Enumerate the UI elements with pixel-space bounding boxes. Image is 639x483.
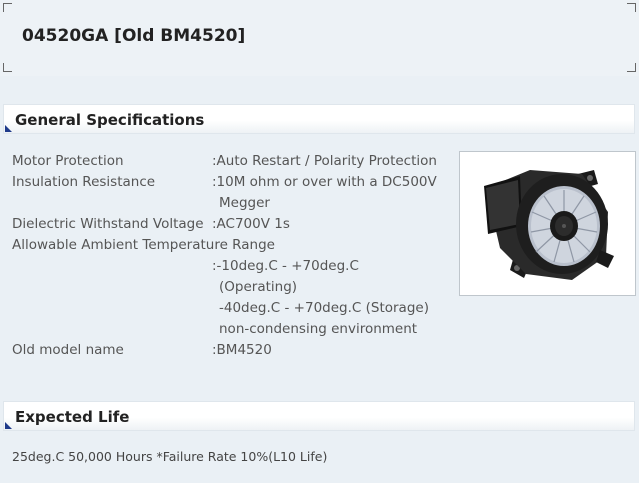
spec-label-ambient: Allowable Ambient Temperature Range — [12, 237, 275, 253]
spec-label-insulation: Insulation Resistance — [12, 174, 156, 190]
spec-value-ambient-2: (Operating) — [219, 279, 298, 295]
corner-mark — [3, 63, 12, 72]
triangle-marker-icon — [5, 422, 12, 429]
corner-mark — [3, 3, 12, 12]
spec-value-motor-protection: :Auto Restart / Polarity Protection — [212, 153, 437, 169]
title-panel: 04520GA [Old BM4520] — [0, 0, 639, 76]
corner-mark — [627, 3, 636, 12]
spec-value-old-model: :BM4520 — [212, 342, 272, 358]
section-title: General Specifications — [15, 111, 205, 129]
spec-value-ambient-1: :-10deg.C - +70deg.C — [212, 258, 359, 274]
spec-label-dielectric: Dielectric Withstand Voltage — [12, 216, 204, 232]
blower-fan-icon — [484, 170, 614, 280]
product-image — [459, 151, 636, 296]
page-title: 04520GA [Old BM4520] — [22, 26, 246, 46]
spec-label-motor-protection: Motor Protection — [12, 153, 124, 169]
spec-value-ambient-3: -40deg.C - +70deg.C (Storage) — [219, 300, 429, 316]
spec-value-insulation: :10M ohm or over with a DC500V — [212, 174, 437, 190]
triangle-marker-icon — [5, 125, 12, 132]
section-header-life: Expected Life — [3, 401, 635, 431]
spec-value-dielectric: :AC700V 1s — [212, 216, 290, 232]
spec-value-insulation-cont: Megger — [219, 195, 270, 211]
spec-value-ambient-4: non-condensing environment — [219, 321, 418, 337]
corner-mark — [627, 63, 636, 72]
section-header-general: General Specifications — [3, 104, 635, 134]
section-title: Expected Life — [15, 408, 130, 426]
expected-life-text: 25deg.C 50,000 Hours *Failure Rate 10%(L… — [12, 449, 328, 464]
spec-label-old-model: Old model name — [12, 342, 124, 358]
